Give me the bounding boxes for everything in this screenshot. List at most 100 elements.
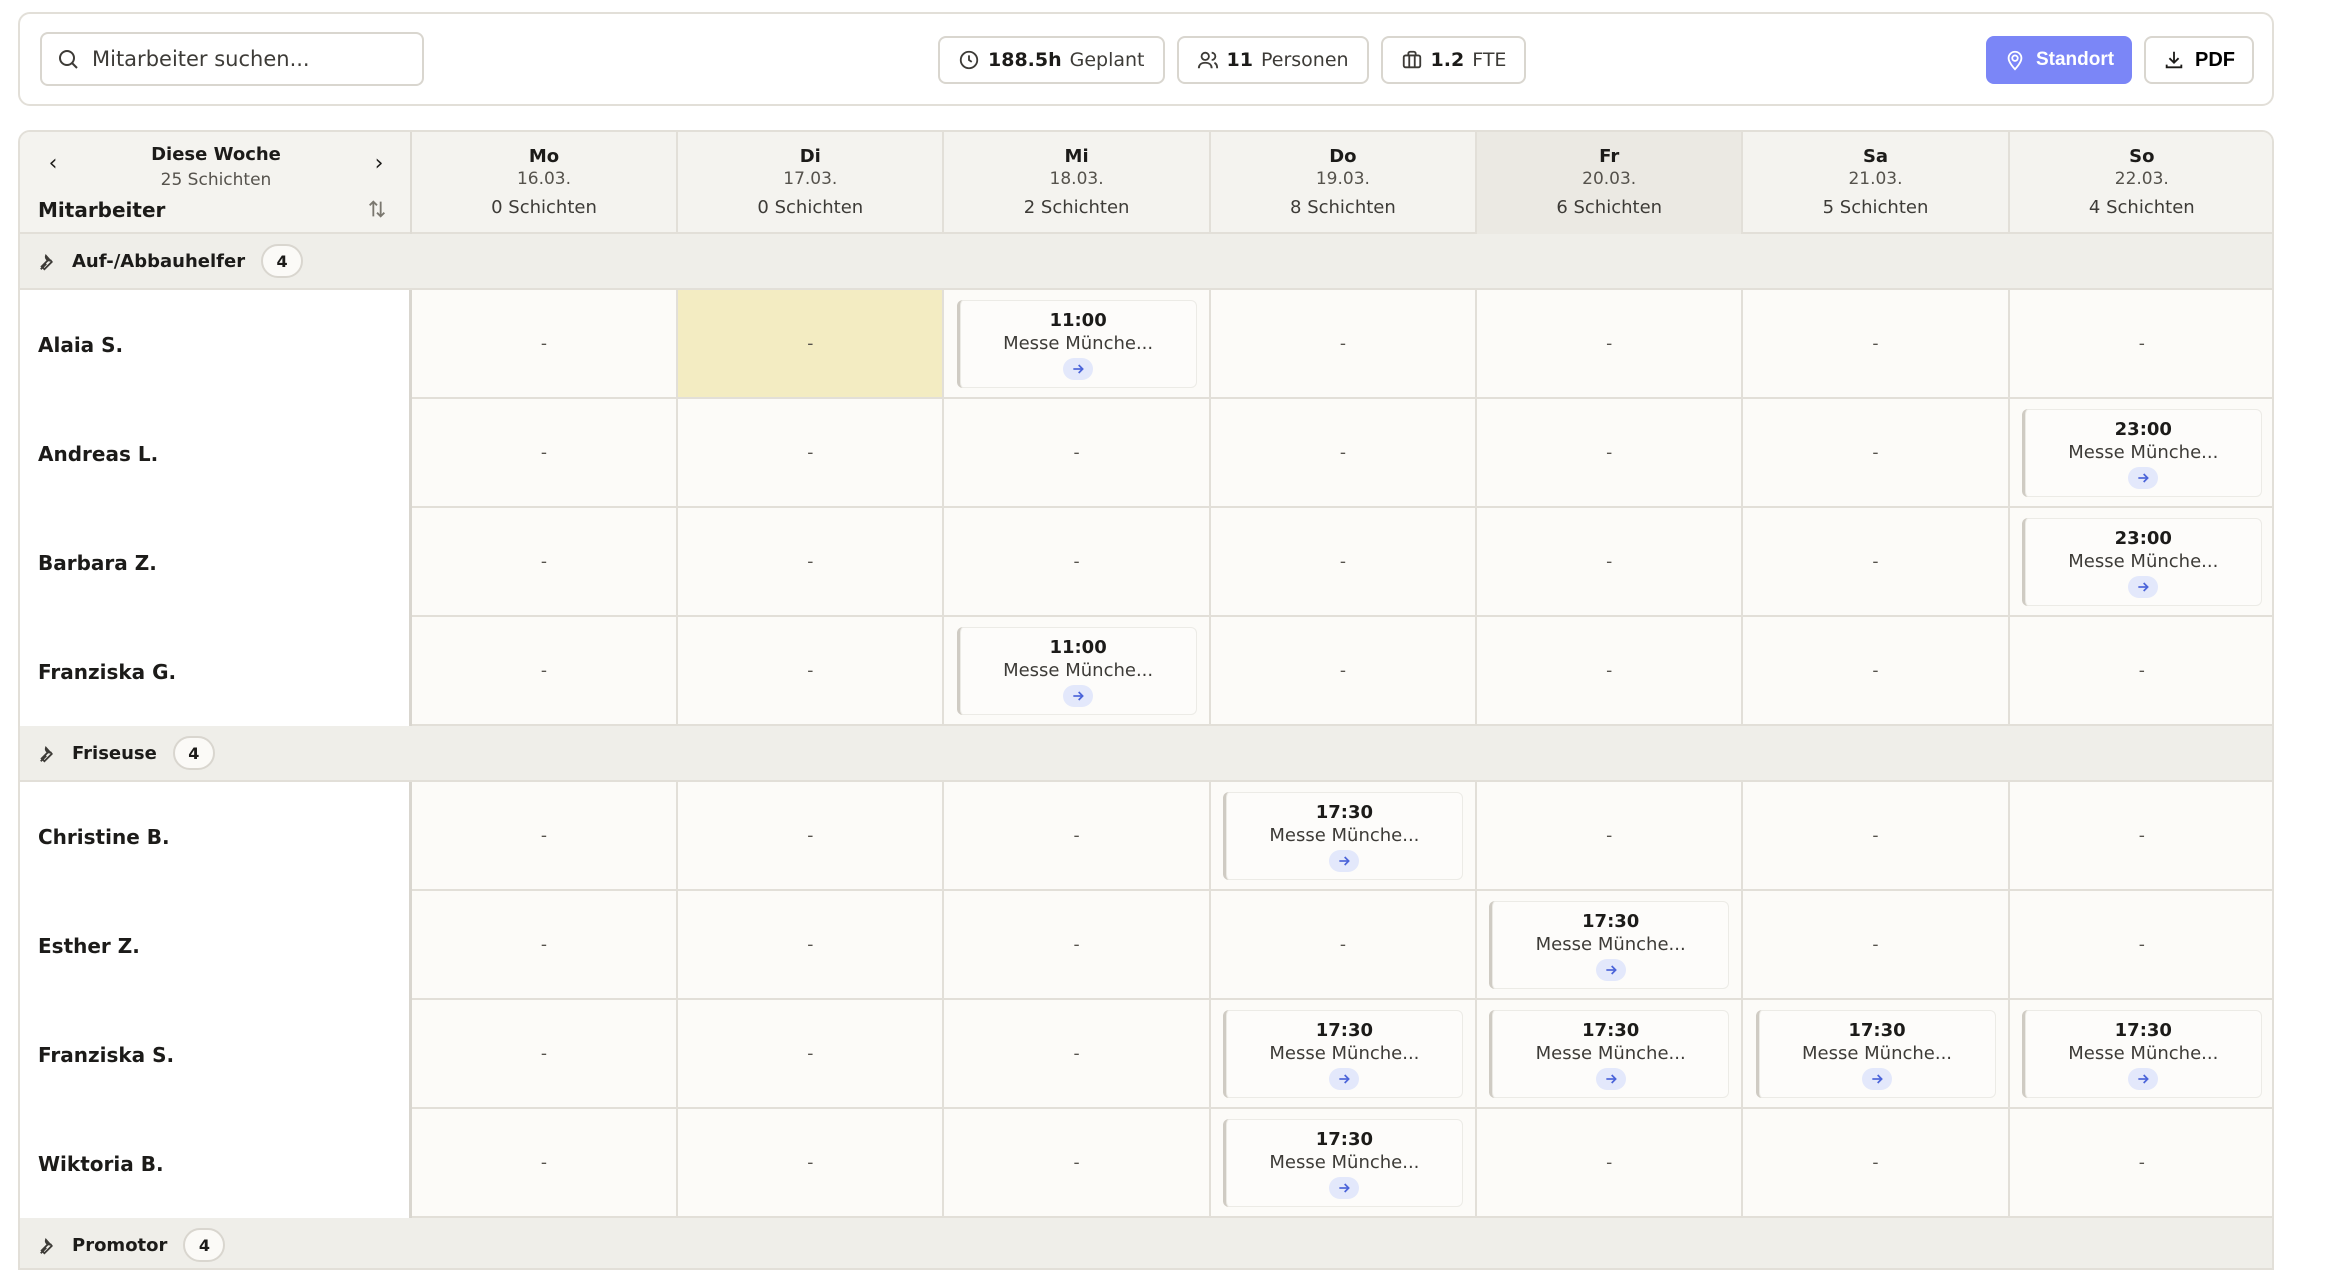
employee-name[interactable]: Barbara Z. [20,508,412,617]
schedule-cell[interactable]: - [1211,290,1477,397]
schedule-cell[interactable]: - [412,782,678,889]
shift-arrow-button[interactable] [2128,1068,2159,1090]
employee-name[interactable]: Andreas L. [20,399,412,508]
schedule-cell[interactable]: - [1211,617,1477,724]
schedule-cell[interactable]: - [678,1109,945,1216]
shift-card[interactable]: 11:00 Messe Münche... [956,300,1197,388]
schedule-cell[interactable]: - [1744,782,2010,889]
schedule-cell[interactable]: - [1744,617,2010,724]
schedule-cell[interactable]: - [1477,290,1744,397]
schedule-cell[interactable]: - [945,1109,1211,1216]
shift-location: Messe Münche... [1269,825,1420,846]
schedule-cell[interactable]: 17:30 Messe Münche... [1211,1000,1477,1107]
shift-arrow-button[interactable] [1329,850,1360,872]
pdf-label: PDF [2195,48,2235,71]
schedule-cell[interactable]: - [412,399,678,506]
shift-card[interactable]: 17:30 Messe Münche... [1222,1119,1463,1207]
schedule-cell[interactable]: - [678,617,945,724]
pdf-button[interactable]: PDF [2144,36,2254,84]
day-date: 21.03. [1848,169,1903,189]
search-box[interactable] [40,32,424,86]
shift-card[interactable]: 17:30 Messe Münche... [1489,901,1730,989]
shift-card[interactable]: 17:30 Messe Münche... [2021,1010,2262,1098]
shift-card[interactable]: 17:30 Messe Münche... [1222,792,1463,880]
schedule-cell[interactable]: - [1211,399,1477,506]
schedule-cell[interactable]: - [412,1000,678,1107]
schedule-cell[interactable]: - [412,1109,678,1216]
shift-card[interactable]: 17:30 Messe Münche... [1489,1010,1730,1098]
schedule-cell[interactable]: - [2010,290,2272,397]
schedule-cell[interactable]: - [412,290,678,397]
schedule-cell[interactable]: - [945,399,1211,506]
schedule-cell[interactable]: 17:30 Messe Münche... [1211,782,1477,889]
shift-arrow-button[interactable] [2128,467,2159,489]
sort-icon[interactable] [366,198,388,220]
group-row[interactable]: Promotor 4 [20,1218,2272,1268]
schedule-cell[interactable]: - [1744,508,2010,615]
shift-arrow-button[interactable] [1063,685,1094,707]
schedule-cell[interactable]: - [678,508,945,615]
schedule-cell[interactable]: - [678,891,945,998]
schedule-cell[interactable]: - [1744,290,2010,397]
schedule-cell[interactable]: - [945,891,1211,998]
shift-arrow-button[interactable] [1595,959,1626,981]
employee-name[interactable]: Alaia S. [20,290,412,399]
shift-arrow-button[interactable] [1595,1068,1626,1090]
shift-card[interactable]: 23:00 Messe Münche... [2021,518,2262,606]
schedule-cell[interactable]: - [1477,399,1744,506]
schedule-cell[interactable]: 17:30 Messe Münche... [1211,1109,1477,1216]
employee-name[interactable]: Wiktoria B. [20,1109,412,1218]
schedule-cell[interactable]: - [1477,782,1744,889]
shift-card[interactable]: 11:00 Messe Münche... [956,627,1197,715]
group-row[interactable]: Auf-/Abbauhelfer 4 [20,234,2272,290]
schedule-cell[interactable]: - [1744,399,2010,506]
shift-arrow-button[interactable] [1862,1068,1892,1090]
schedule-cell[interactable]: - [678,290,945,397]
schedule-cell[interactable]: - [945,508,1211,615]
schedule-cell[interactable]: - [2010,782,2272,889]
schedule-cell[interactable]: - [1477,617,1744,724]
schedule-cell[interactable]: - [945,782,1211,889]
schedule-cell[interactable]: 17:30 Messe Münche... [1744,1000,2010,1107]
employee-name[interactable]: Christine B. [20,782,412,891]
day-shift-count: 0 Schichten [757,197,864,218]
schedule-cell[interactable]: - [678,399,945,506]
group-row[interactable]: Friseuse 4 [20,726,2272,782]
employee-name[interactable]: Franziska S. [20,1000,412,1109]
shift-arrow-button[interactable] [1329,1068,1360,1090]
shift-arrow-button[interactable] [2128,576,2159,598]
schedule-cell[interactable]: 17:30 Messe Münche... [2010,1000,2272,1107]
schedule-cell[interactable]: - [1477,1109,1744,1216]
shift-card[interactable]: 17:30 Messe Münche... [1222,1010,1463,1098]
schedule-cell[interactable]: - [2010,617,2272,724]
schedule-cell[interactable]: - [1744,1109,2010,1216]
standort-button[interactable]: Standort [1986,36,2132,84]
search-input[interactable] [92,47,412,71]
arrow-right-icon [2138,1074,2150,1084]
schedule-cell[interactable]: - [1744,891,2010,998]
schedule-cell[interactable]: - [412,891,678,998]
employee-name[interactable]: Esther Z. [20,891,412,1000]
schedule-cell[interactable]: 11:00 Messe Münche... [945,290,1211,397]
schedule-cell[interactable]: - [2010,891,2272,998]
schedule-cell[interactable]: - [2010,1109,2272,1216]
schedule-cell[interactable]: - [1477,508,1744,615]
shift-card[interactable]: 23:00 Messe Münche... [2021,409,2262,497]
schedule-cell[interactable]: - [945,1000,1211,1107]
schedule-cell[interactable]: - [412,508,678,615]
schedule-cell[interactable]: - [678,782,945,889]
shift-card[interactable]: 17:30 Messe Münche... [1755,1010,1996,1098]
schedule-cell[interactable]: - [412,617,678,724]
shift-arrow-button[interactable] [1329,1177,1360,1199]
schedule-cell[interactable]: 11:00 Messe Münche... [945,617,1211,724]
schedule-cell[interactable]: 17:30 Messe Münche... [1477,1000,1744,1107]
schedule-cell[interactable]: 17:30 Messe Münche... [1477,891,1744,998]
schedule-cell[interactable]: - [678,1000,945,1107]
schedule-cell[interactable]: - [1211,891,1477,998]
shift-arrow-button[interactable] [1063,358,1094,380]
employee-name[interactable]: Franziska G. [20,617,412,726]
schedule-cell[interactable]: 23:00 Messe Münche... [2010,508,2272,615]
empty-cell-marker: - [1073,1043,1080,1064]
schedule-cell[interactable]: 23:00 Messe Münche... [2010,399,2272,506]
schedule-cell[interactable]: - [1211,508,1477,615]
